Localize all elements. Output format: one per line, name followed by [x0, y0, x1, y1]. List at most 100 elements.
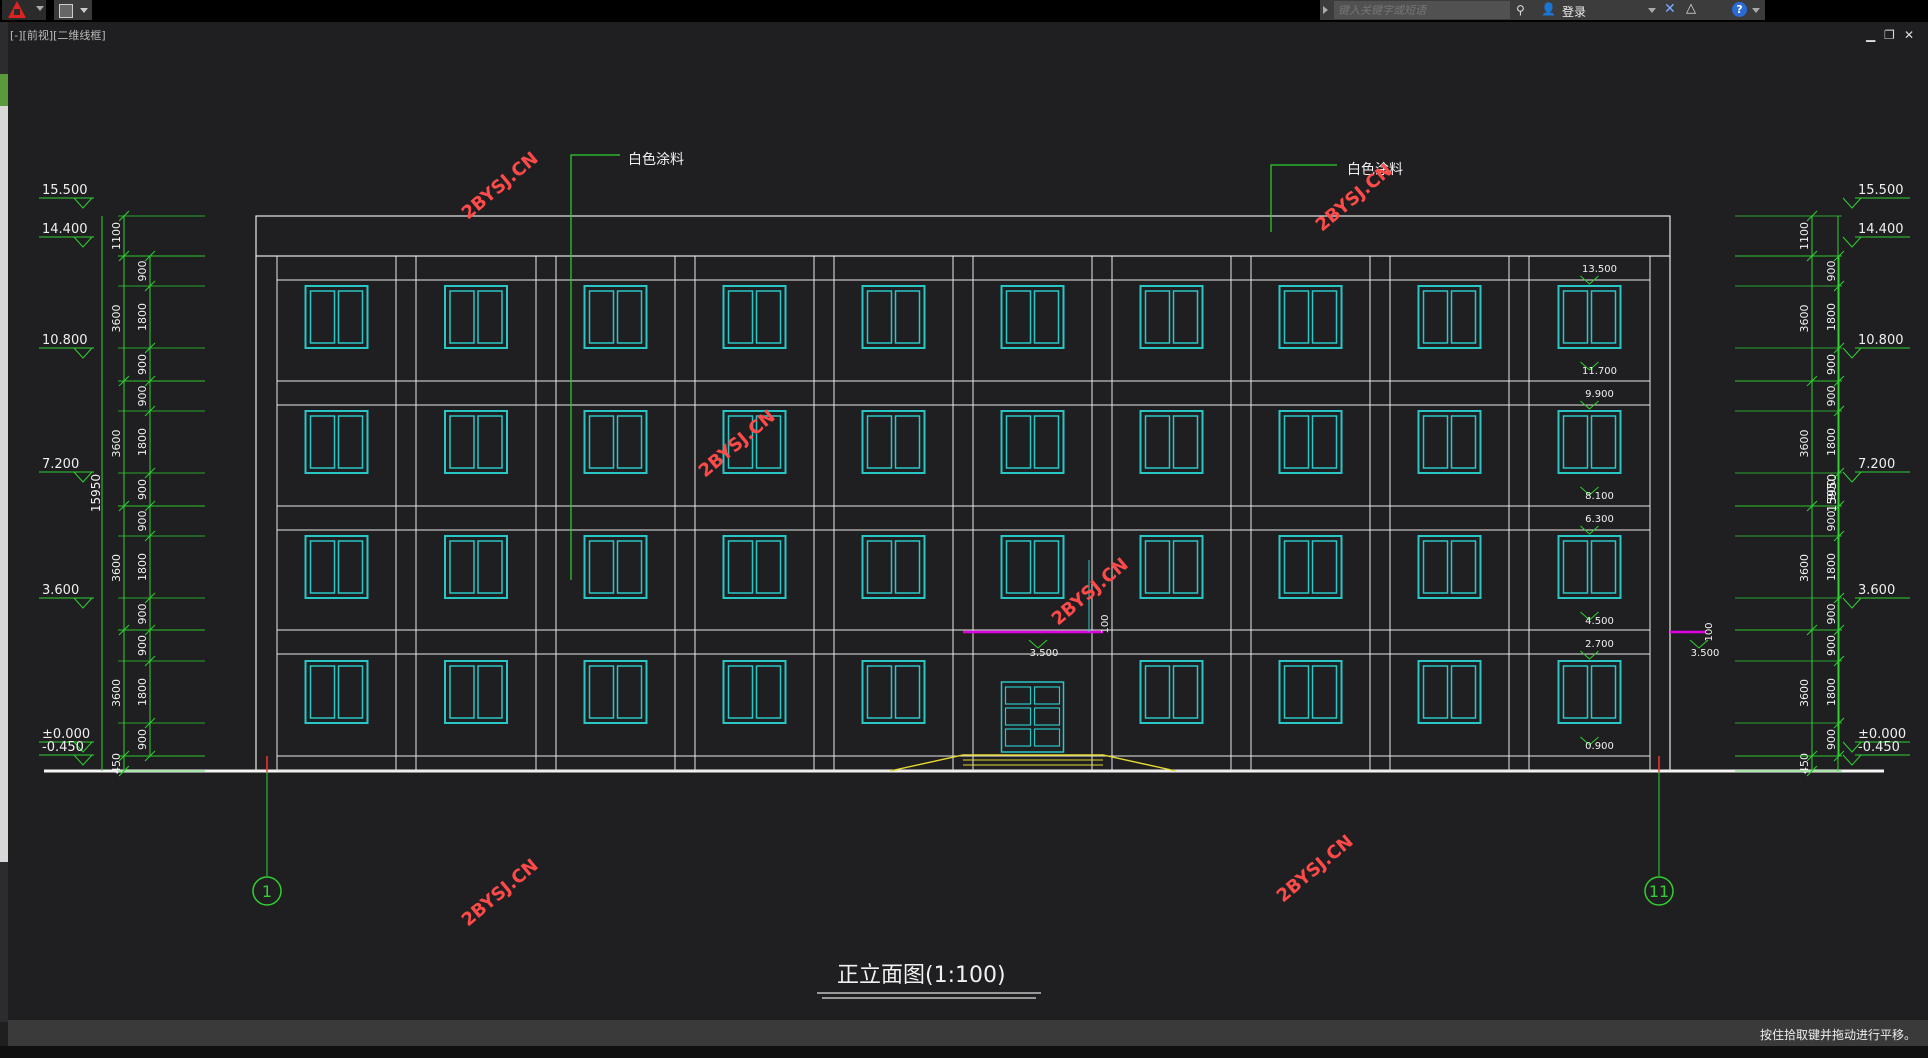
window-pane — [588, 415, 615, 469]
window-pane — [1422, 415, 1449, 469]
drawing-canvas[interactable]: 白色涂料 白色涂料 1 11 正立面图(1:100) 15.500 14.400 1… — [0, 0, 1928, 1020]
elevation-mark — [73, 236, 93, 248]
elevation-mark — [1842, 197, 1862, 209]
dimension-label: 900 — [136, 604, 149, 625]
window — [304, 535, 369, 599]
window — [583, 535, 648, 599]
window-pane — [1311, 415, 1338, 469]
window-pane — [866, 415, 893, 469]
annotations: 白色涂料 白色涂料 1 11 正立面图(1:100) — [252, 151, 1674, 999]
window-pane — [1590, 540, 1617, 594]
note-leader — [570, 154, 620, 580]
window-pane — [477, 290, 503, 344]
dimension-label: 900 — [1825, 729, 1838, 750]
elevation-mark — [1842, 236, 1862, 248]
window — [583, 660, 648, 724]
window-pane — [1172, 665, 1199, 719]
window — [1278, 410, 1343, 474]
dimension-label: 1800 — [136, 303, 149, 331]
dimension-label: 1100 — [110, 222, 123, 250]
window — [583, 410, 648, 474]
watermark: 2BYSJ.CN — [1048, 554, 1133, 630]
window-pane — [337, 665, 364, 719]
window-pane — [1172, 415, 1199, 469]
window — [861, 285, 926, 349]
dimension-label: 900 — [1825, 604, 1838, 625]
window — [583, 285, 648, 349]
window-pane — [616, 290, 643, 344]
dimension-label: 900 — [136, 511, 149, 532]
window-pane — [588, 540, 615, 594]
window-pane — [1590, 665, 1617, 719]
window — [444, 285, 508, 349]
dimension-label: 900 — [1825, 511, 1838, 532]
window — [1139, 660, 1204, 724]
window-pane — [1005, 290, 1032, 344]
window — [1417, 660, 1482, 724]
window-pane — [1562, 540, 1589, 594]
window-level-label: 2.700 — [1585, 639, 1614, 650]
window-pane — [309, 415, 336, 469]
dimension-label: 3600 — [1798, 679, 1811, 707]
elevation-label: 14.400 — [42, 222, 88, 237]
window-pane — [588, 290, 615, 344]
elevation-mark — [73, 197, 93, 209]
elevation-label: 3.600 — [1858, 583, 1895, 598]
window-pane — [727, 540, 754, 594]
elevation-label: -0.450 — [42, 740, 84, 755]
window — [1417, 285, 1482, 349]
window — [1417, 535, 1482, 599]
window-pane — [337, 540, 364, 594]
entrance-steps — [889, 754, 1177, 772]
window-pane — [309, 290, 336, 344]
window-pane — [477, 415, 503, 469]
window-pane — [1311, 665, 1338, 719]
window-pane — [1283, 665, 1310, 719]
elevation-label: 3.600 — [42, 583, 79, 598]
dimension-label: 3600 — [1798, 430, 1811, 458]
dimension-label: 900 — [136, 479, 149, 500]
window-pane — [449, 415, 475, 469]
window-pane — [1311, 290, 1338, 344]
window-pane — [616, 665, 643, 719]
window-pane — [588, 665, 615, 719]
dimension-label: 900 — [136, 729, 149, 750]
elevation-label: 14.400 — [1858, 222, 1904, 237]
window — [1557, 410, 1622, 474]
window-pane — [1005, 540, 1032, 594]
window — [1557, 535, 1622, 599]
window — [861, 660, 926, 724]
dimension-annotations: 15.50014.40010.8007.2003.600±0.000-0.450… — [39, 183, 1910, 777]
window-pane — [1005, 415, 1032, 469]
window-level-label: 11.700 — [1582, 366, 1617, 377]
window-pane — [755, 540, 782, 594]
window-pane — [1033, 415, 1060, 469]
window — [1278, 535, 1343, 599]
window — [722, 535, 787, 599]
window-pane — [755, 290, 782, 344]
door-panel — [1004, 728, 1032, 747]
entrance-door — [1000, 681, 1065, 753]
window-level-mark — [1580, 650, 1599, 660]
elevation-label: 7.200 — [1858, 457, 1895, 472]
window — [1000, 410, 1065, 474]
window-pane — [1450, 665, 1477, 719]
window-pane — [477, 540, 503, 594]
window — [1417, 410, 1482, 474]
window — [304, 660, 369, 724]
window — [1139, 410, 1204, 474]
window-pane — [1311, 540, 1338, 594]
window-pane — [1283, 415, 1310, 469]
dimension-label: 3600 — [110, 305, 123, 333]
window — [1278, 660, 1343, 724]
canopy-level-label: 3.500 — [1691, 648, 1720, 659]
window — [444, 660, 508, 724]
dimension-label: 900 — [136, 261, 149, 282]
elevation-mark — [1842, 471, 1862, 483]
window-pane — [337, 415, 364, 469]
window-level-label: 9.900 — [1585, 389, 1614, 400]
dimension-label: 1100 — [1798, 222, 1811, 250]
window-level-label: 8.100 — [1585, 491, 1614, 502]
window-pane — [1283, 290, 1310, 344]
window-pane — [894, 540, 921, 594]
